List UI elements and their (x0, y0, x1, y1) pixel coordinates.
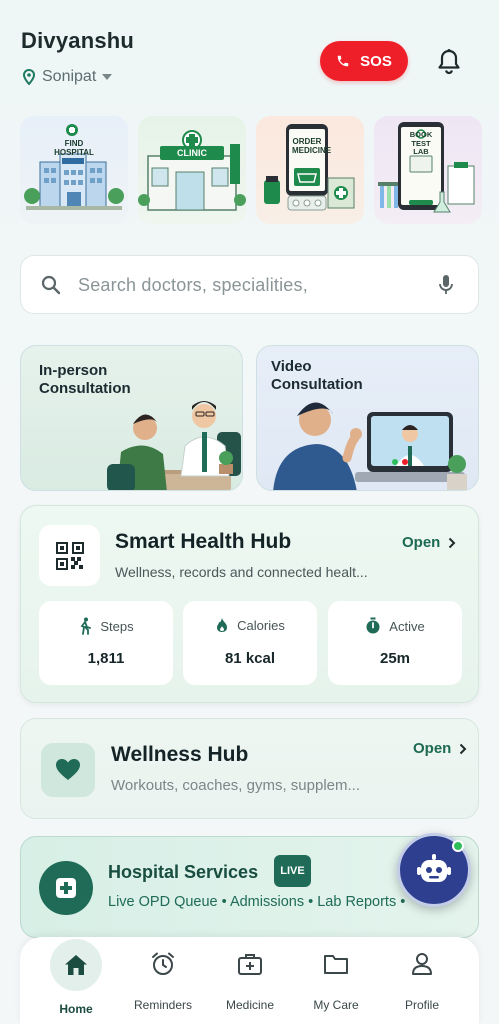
service-label: CLINIC (177, 148, 207, 158)
in-person-illustration (107, 401, 241, 490)
caret-down-icon (102, 74, 113, 80)
heart-icon (41, 743, 95, 797)
nav-label: My Care (313, 998, 359, 1012)
qr-code-icon (39, 525, 100, 586)
notification-bell-icon[interactable] (436, 48, 462, 76)
service-card-clinic[interactable]: CLINIC (138, 116, 246, 224)
metric-value: 81 kcal (224, 650, 276, 667)
bottom-navigation: Home Reminders Medicine My Care Profile (20, 937, 479, 1024)
medkit-icon (235, 949, 265, 979)
metric-value: 1,811 (87, 650, 125, 667)
chevron-right-icon (460, 743, 467, 754)
wellness-hub-card[interactable]: Wellness Hub Workouts, coaches, gyms, su… (20, 718, 479, 819)
walking-icon (81, 617, 92, 635)
phone-icon (337, 55, 349, 67)
chevron-right-icon (449, 537, 456, 548)
microphone-icon[interactable] (438, 274, 454, 296)
nav-item-profile[interactable]: Profile (379, 937, 465, 1024)
nav-item-my-care[interactable]: My Care (293, 937, 379, 1024)
user-name: Divyanshu (21, 28, 135, 53)
person-icon (407, 949, 437, 979)
nav-label: Medicine (225, 998, 275, 1012)
home-icon (50, 939, 102, 991)
medicine-icon (264, 124, 355, 211)
service-label: FIND HOSPITAL (54, 139, 94, 157)
folder-icon (321, 949, 351, 979)
service-card-book-test-lab[interactable]: BOOK TEST LAB (374, 116, 482, 224)
robot-icon (417, 854, 451, 882)
timer-icon (366, 617, 380, 634)
metric-label: Calories (237, 617, 285, 633)
hospital-services-title: Hospital Services (108, 862, 259, 882)
nav-item-home[interactable]: Home (33, 937, 119, 1024)
search-bar[interactable]: Search doctors, specialities, (20, 255, 479, 314)
medical-cross-icon (39, 861, 93, 915)
in-person-consultation-card[interactable]: In-person Consultation (20, 345, 243, 491)
metric-steps[interactable]: Steps 1,811 (39, 601, 173, 685)
online-status-dot (452, 840, 464, 852)
hospital-icon (24, 124, 124, 210)
wellness-hub-title: Wellness Hub (111, 743, 249, 766)
service-card-order-medicine[interactable]: ORDER MEDICINE (256, 116, 364, 224)
metric-label: Active (389, 618, 425, 634)
service-label: BOOK TEST LAB (409, 130, 433, 156)
smart-health-hub-card[interactable]: Smart Health Hub Wellness, records and c… (20, 505, 479, 703)
nav-label: Home (59, 1002, 93, 1016)
open-label: Open (402, 534, 441, 551)
smart-hub-title: Smart Health Hub (115, 530, 292, 553)
open-label: Open (413, 740, 452, 757)
flame-icon (217, 618, 228, 632)
alarm-clock-icon (148, 949, 178, 979)
metric-header: Active (328, 617, 462, 635)
live-badge: LIVE (274, 855, 311, 887)
location-name: Sonipat (42, 68, 97, 85)
clinic-icon (138, 130, 246, 211)
wellness-hub-open-link[interactable]: Open (413, 740, 467, 757)
location-selector[interactable]: Sonipat (22, 68, 113, 86)
nav-label: Profile (404, 998, 439, 1012)
hospital-services-subtitle: Live OPD Queue • Admissions • Lab Report… (108, 894, 406, 910)
service-carousel[interactable]: FIND HOSPITAL CLINIC ORDER MEDICINE BOOK… (20, 116, 499, 226)
metric-value: 25m (379, 650, 411, 667)
sos-label: SOS (360, 52, 392, 70)
header: Divyanshu Sonipat SOS (0, 0, 499, 110)
metric-header: Steps (39, 617, 173, 635)
nav-item-reminders[interactable]: Reminders (120, 937, 206, 1024)
location-pin-icon (22, 69, 36, 85)
service-card-find-hospital[interactable]: FIND HOSPITAL (20, 116, 128, 224)
metric-label: Steps (100, 618, 134, 634)
search-icon (41, 275, 61, 295)
metric-active[interactable]: Active 25m (328, 601, 462, 685)
service-label: ORDER MEDICINE (292, 137, 332, 155)
nav-item-medicine[interactable]: Medicine (207, 937, 293, 1024)
search-input[interactable]: Search doctors, specialities, (78, 275, 308, 296)
metric-calories[interactable]: Calories 81 kcal (183, 601, 317, 685)
sos-button[interactable]: SOS (320, 41, 408, 81)
smart-hub-open-link[interactable]: Open (402, 534, 456, 551)
video-call-illustration (273, 402, 467, 490)
wellness-hub-subtitle: Workouts, coaches, gyms, supplem... (111, 777, 360, 794)
nav-label: Reminders (133, 998, 193, 1012)
smart-hub-subtitle: Wellness, records and connected healt... (115, 564, 368, 580)
video-consultation-card[interactable]: Video Consultation (256, 345, 479, 491)
chatbot-fab[interactable] (397, 833, 471, 907)
metric-header: Calories (183, 617, 317, 633)
